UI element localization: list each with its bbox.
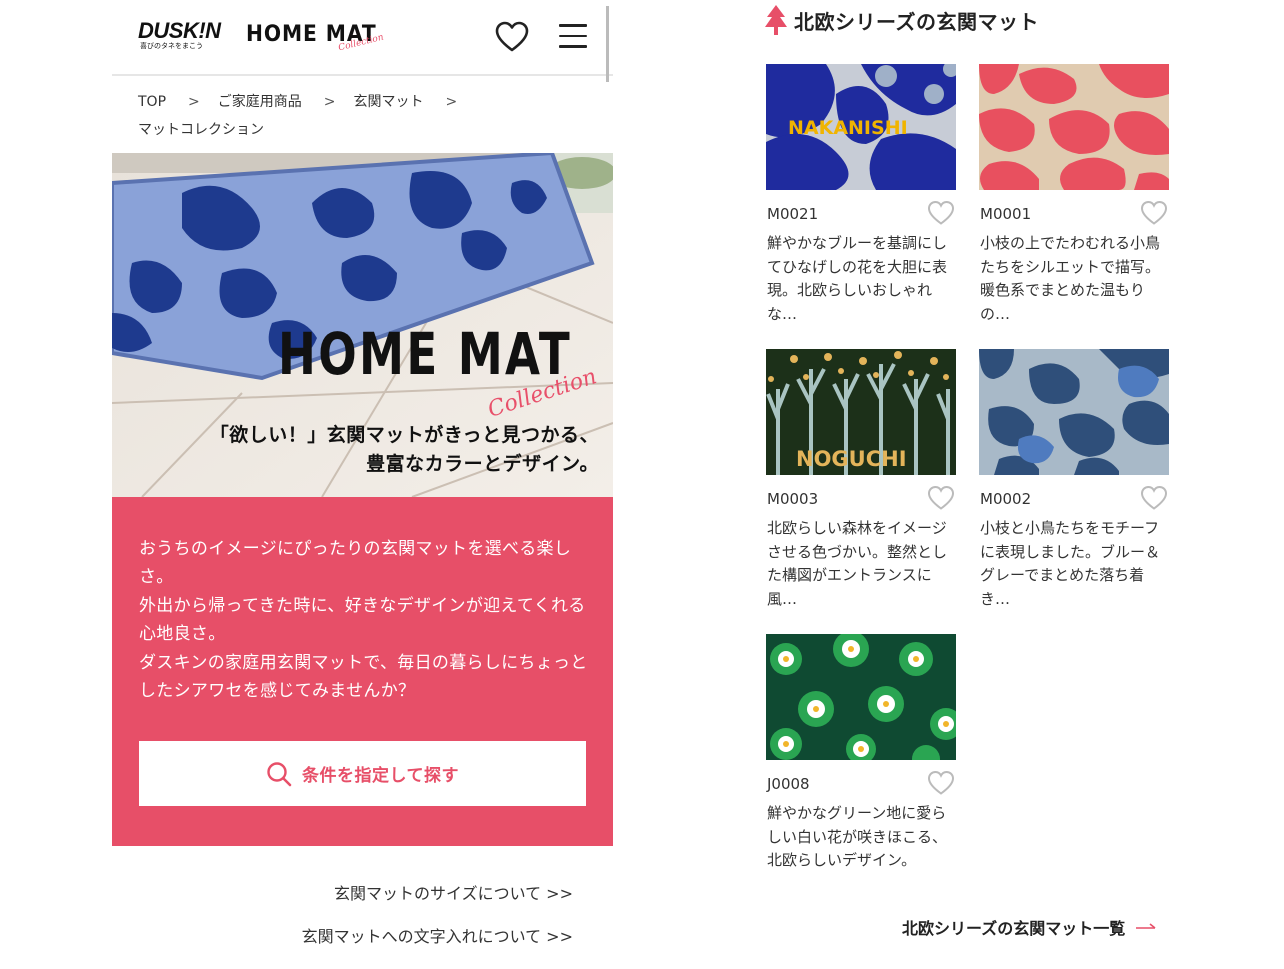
search-icon <box>267 761 292 786</box>
breadcrumb-top[interactable]: TOP <box>138 88 166 116</box>
hero-copy-line1: 「欲しい！」玄関マットがきっと見つかる、 <box>209 424 599 446</box>
site-header: DUSK!N 喜びのタネをまこう HOME MAT Collection <box>112 0 613 82</box>
breadcrumb-separator: > <box>188 94 200 110</box>
heart-outline-icon[interactable] <box>1140 200 1168 226</box>
product-card[interactable]: NAKANISHI M0021 鮮やかなブルーを基調にしてひなげしの花を大胆に表… <box>766 64 956 323</box>
section-heading: 北欧シリーズの玄関マット <box>764 4 1039 36</box>
product-thumbnail[interactable] <box>979 349 1169 475</box>
hamburger-line <box>559 34 587 37</box>
breadcrumb-current: マットコレクション <box>138 122 264 138</box>
product-code: J0008 <box>767 775 810 793</box>
thumbnail-brand-label: NAKANISHI <box>788 117 908 139</box>
hero-copy: 「欲しい！」玄関マットがきっと見つかる、 豊富なカラーとデザイン。 <box>210 421 599 479</box>
product-card[interactable]: M0001 小枝の上でたわむれる小鳥たちをシルエットで描写。暖色系でまとめた温も… <box>979 64 1169 323</box>
mat-size-link[interactable]: 玄関マットのサイズについて >> <box>334 880 573 904</box>
product-card[interactable]: NOGUCHI M0003 北欧らしい森林をイメージさせる色づかい。整然とした構… <box>766 349 956 608</box>
intro-section: おうちのイメージにぴったりの玄関マットを選べる楽しさ。 外出から帰ってきた時に、… <box>112 497 613 846</box>
search-by-conditions-button[interactable]: 条件を指定して探す <box>139 741 586 806</box>
breadcrumb: TOP > ご家庭用商品 > 玄関マット > マットコレクション <box>138 88 578 144</box>
hamburger-menu-icon <box>559 24 587 27</box>
intro-line3: ダスキンの家庭用玄関マットで、毎日の暮らしにちょっとしたシアワセを感じてみません… <box>139 652 588 702</box>
product-description: 小枝と小鳥たちをモチーフに表現しました。ブルー＆グレーでまとめた落ち着き… <box>980 519 1161 608</box>
product-card[interactable]: M0002 小枝と小鳥たちをモチーフに表現しました。ブルー＆グレーでまとめた落ち… <box>979 349 1169 608</box>
logo-brand: DUSK!N <box>138 18 221 43</box>
hamburger-line <box>559 45 587 48</box>
product-code: M0001 <box>980 205 1032 223</box>
more-link-label: 北欧シリーズの玄関マット一覧 <box>902 919 1126 938</box>
thumbnail-brand-label: NOGUCHI <box>796 447 907 471</box>
logo-tagline: 喜びのタネをまこう <box>140 42 203 50</box>
section-title: 北欧シリーズの玄関マット <box>794 9 1039 34</box>
heart-outline-icon[interactable] <box>927 200 955 226</box>
site-logo[interactable]: DUSK!N 喜びのタネをまこう HOME MAT Collection <box>138 18 385 54</box>
nordic-series-list-link[interactable]: 北欧シリーズの玄関マット一覧 <box>902 915 1157 939</box>
product-code: M0003 <box>767 490 819 508</box>
home-mat-page: DUSK!N 喜びのタネをまこう HOME MAT Collection TOP… <box>112 0 613 969</box>
breadcrumb-separator: > <box>323 94 336 110</box>
product-description: 鮮やかなブルーを基調にしてひなげしの花を大胆に表現。北欧らしいおしゃれな… <box>767 234 948 323</box>
heart-outline-icon <box>495 21 529 52</box>
intro-line2: 外出から帰ってきた時に、好きなデザインが迎えてくれる心地良さ。 <box>139 595 586 645</box>
heart-outline-icon[interactable] <box>927 770 955 796</box>
product-code: M0021 <box>767 205 819 223</box>
hero-title: HOME MAT <box>278 320 573 388</box>
search-button-label: 条件を指定して探す <box>302 766 459 786</box>
breadcrumb-entrance-mat[interactable]: 玄関マット <box>353 88 423 116</box>
tree-icon <box>765 5 787 35</box>
arrow-right-icon <box>1136 923 1156 929</box>
product-card[interactable]: J0008 鮮やかなグリーン地に愛らしい白い花が咲きほこる、北欧らしいデザイン。 <box>766 634 956 869</box>
nordic-series-section: 北欧シリーズの玄関マット NAKANISHI M0021 鮮やかなブルーを基調に… <box>760 0 1180 969</box>
hero-banner: HOME MAT Collection 「欲しい！」玄関マットがきっと見つかる、… <box>112 153 613 497</box>
favorites-button[interactable] <box>495 21 529 53</box>
hamburger-menu-button[interactable] <box>559 24 587 48</box>
heart-outline-icon[interactable] <box>927 485 955 511</box>
product-description: 鮮やかなグリーン地に愛らしい白い花が咲きほこる、北欧らしいデザイン。 <box>767 804 948 869</box>
hero-copy-line2: 豊富なカラーとデザイン。 <box>366 453 599 475</box>
product-code: M0002 <box>980 490 1032 508</box>
heart-outline-icon[interactable] <box>1140 485 1168 511</box>
breadcrumb-home-products[interactable]: ご家庭用商品 <box>218 88 302 116</box>
product-thumbnail[interactable]: NOGUCHI <box>766 349 956 475</box>
product-thumbnail[interactable] <box>979 64 1169 190</box>
intro-line1: おうちのイメージにぴったりの玄関マットを選べる楽しさ。 <box>139 539 572 588</box>
mat-lettering-link[interactable]: 玄関マットへの文字入れについて >> <box>302 923 573 947</box>
breadcrumb-separator: > <box>445 94 458 110</box>
product-description: 北欧らしい森林をイメージさせる色づかい。整然とした構図がエントランスに風… <box>767 519 948 608</box>
product-thumbnail[interactable] <box>766 634 956 760</box>
intro-text: おうちのイメージにぴったりの玄関マットを選べる楽しさ。 外出から帰ってきた時に、… <box>139 535 589 705</box>
product-thumbnail[interactable]: NAKANISHI <box>766 64 956 190</box>
product-description: 小枝の上でたわむれる小鳥たちをシルエットで描写。暖色系でまとめた温もりの… <box>980 234 1161 323</box>
scrollbar[interactable] <box>606 6 609 82</box>
